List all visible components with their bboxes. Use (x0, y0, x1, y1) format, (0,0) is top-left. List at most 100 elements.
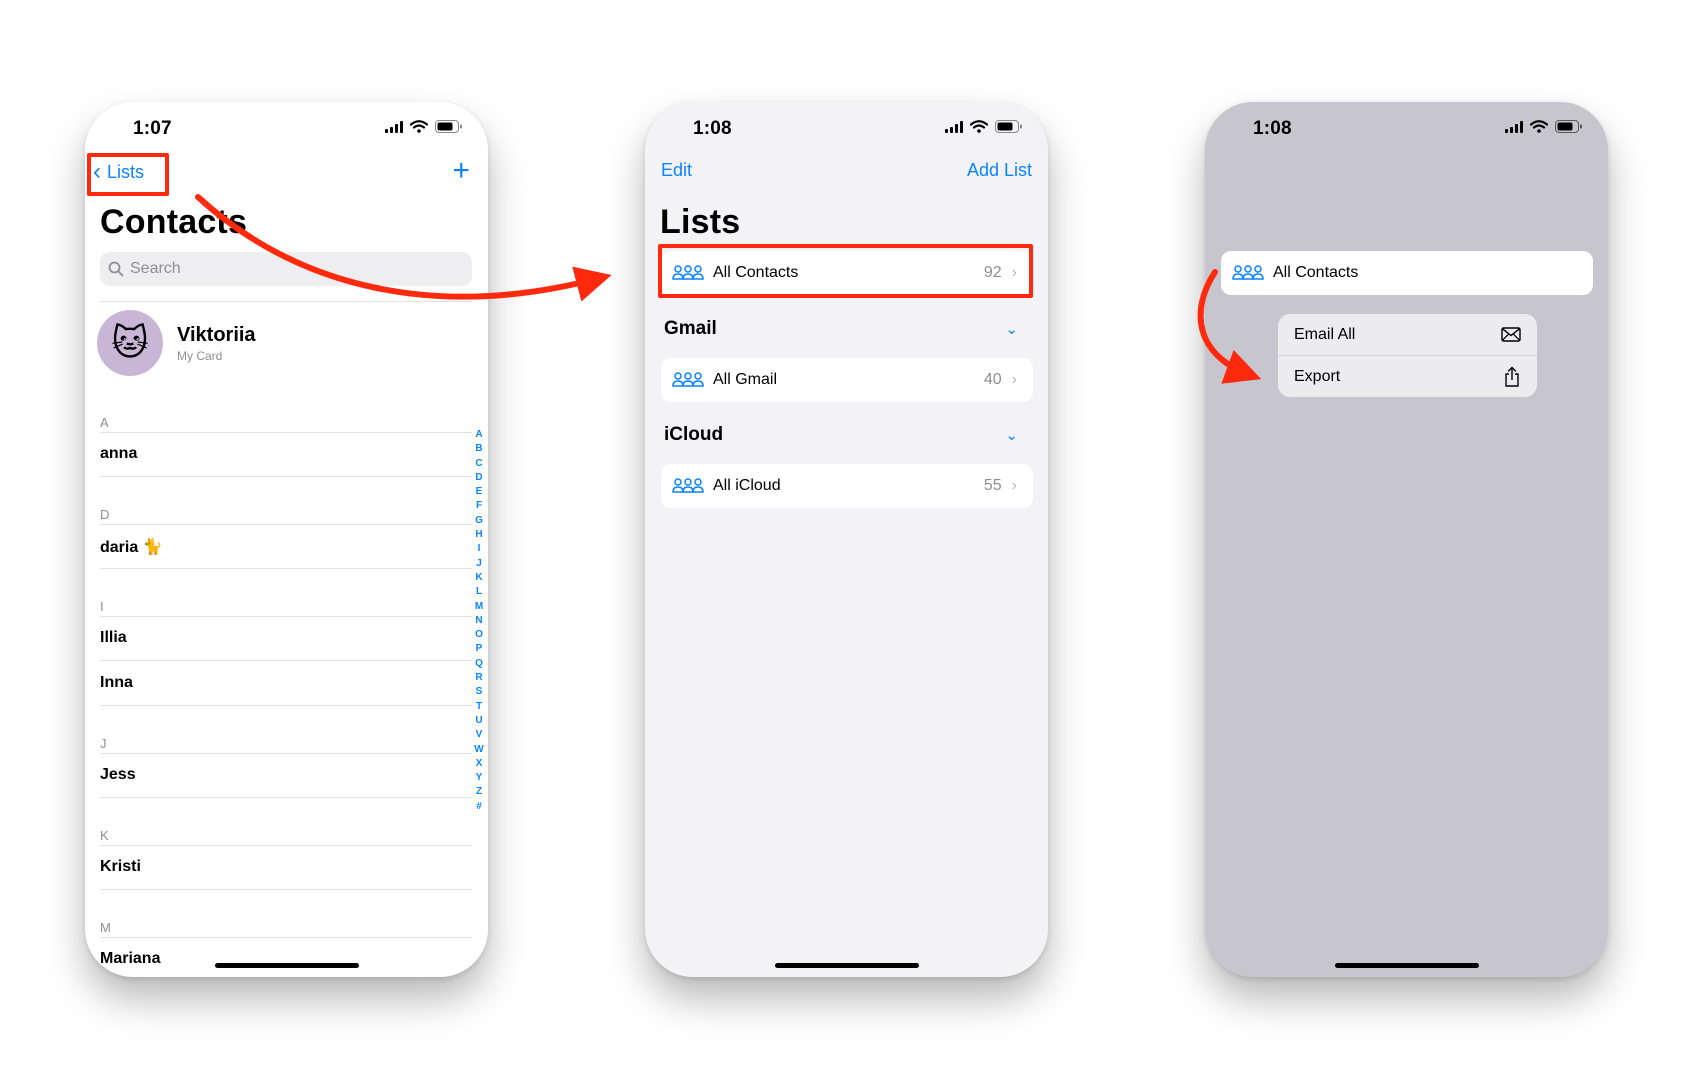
search-placeholder: Search (130, 260, 181, 277)
all-gmail-label: All Gmail (713, 371, 778, 388)
contact-row[interactable]: Illia (100, 629, 127, 647)
divider (100, 524, 472, 525)
divider (100, 797, 472, 798)
highlight-lists-button (87, 153, 169, 196)
chevron-down-icon[interactable]: ⌄ (1005, 426, 1018, 444)
my-card-subtitle: My Card (177, 348, 223, 363)
contact-row[interactable]: Kristi (100, 858, 141, 876)
envelope-icon (1501, 327, 1521, 342)
phone-screen-context-menu: 1:08 All Contacts Email All Export (1205, 102, 1608, 977)
contact-row[interactable]: Mariana (100, 950, 160, 968)
email-all-label: Email All (1294, 325, 1356, 343)
page-title: Contacts (100, 203, 248, 241)
phone-screen-contacts: 1:07 ‹ Lists + Contacts Search 🐱 Viktori… (85, 102, 488, 977)
all-gmail-row[interactable]: All Gmail 40 › (661, 358, 1033, 402)
wifi-icon (970, 120, 988, 133)
index-letter[interactable]: O (475, 628, 483, 642)
section-header: J (100, 736, 107, 751)
index-letter[interactable]: Z (476, 785, 482, 799)
index-letter[interactable]: J (476, 557, 482, 571)
divider (100, 937, 472, 938)
chevron-right-icon: › (1011, 477, 1017, 494)
index-letter[interactable]: H (475, 528, 482, 542)
divider (100, 753, 472, 754)
battery-icon (995, 120, 1022, 133)
index-letter[interactable]: M (475, 600, 483, 614)
divider (100, 705, 472, 706)
highlight-all-contacts-row (658, 244, 1033, 298)
index-letter[interactable]: L (476, 585, 482, 599)
index-letter[interactable]: B (475, 442, 482, 456)
index-letter[interactable]: E (476, 485, 483, 499)
context-menu: Email All Export (1278, 314, 1537, 397)
all-contacts-preview[interactable]: All Contacts (1221, 251, 1593, 295)
add-list-button[interactable]: Add List (967, 160, 1032, 181)
divider (100, 889, 472, 890)
avatar: 🐱 (97, 310, 163, 376)
contact-row[interactable]: anna (100, 445, 137, 463)
divider (100, 432, 472, 433)
index-letter[interactable]: V (476, 728, 483, 742)
home-indicator[interactable] (774, 963, 919, 968)
index-letter[interactable]: F (476, 499, 482, 513)
status-time: 1:08 (693, 118, 732, 139)
divider (100, 476, 472, 477)
divider (100, 301, 472, 302)
section-header: K (100, 828, 109, 843)
index-letter[interactable]: S (476, 685, 483, 699)
search-input[interactable]: Search (100, 252, 472, 286)
add-contact-button[interactable]: + (452, 154, 470, 188)
divider (100, 845, 472, 846)
status-time: 1:08 (1253, 118, 1292, 139)
index-letter[interactable]: K (475, 571, 482, 585)
contact-row[interactable]: daria 🐈 (100, 537, 163, 557)
status-icons (945, 120, 1022, 133)
home-indicator[interactable] (214, 963, 359, 968)
section-header: D (100, 507, 110, 522)
divider (100, 660, 472, 661)
edit-button[interactable]: Edit (661, 160, 692, 181)
all-icloud-row[interactable]: All iCloud 55 › (661, 464, 1033, 508)
export-menu-item[interactable]: Export (1278, 355, 1537, 397)
group-header-icloud: iCloud (664, 424, 724, 445)
my-card[interactable]: 🐱 Viktoriia My Card (97, 310, 256, 376)
index-letter[interactable]: W (474, 743, 483, 757)
section-header: A (100, 415, 109, 430)
wifi-icon (410, 120, 428, 133)
index-letter[interactable]: R (475, 671, 482, 685)
index-letter[interactable]: A (475, 428, 482, 442)
index-letter[interactable]: Y (476, 771, 483, 785)
share-icon (1505, 366, 1519, 387)
group-header-gmail: Gmail (664, 318, 717, 339)
index-letter[interactable]: P (476, 642, 483, 656)
index-letter[interactable]: N (475, 614, 482, 628)
email-all-menu-item[interactable]: Email All (1278, 314, 1537, 355)
index-letter[interactable]: C (475, 457, 482, 471)
divider (100, 568, 472, 569)
alphabet-index[interactable]: A B C D E F G H I J K L M N O P Q R S T U V W X Y Z # (473, 428, 485, 814)
chevron-down-icon[interactable]: ⌄ (1005, 320, 1018, 338)
all-icloud-label: All iCloud (713, 477, 781, 494)
status-icons (1505, 120, 1582, 133)
contact-row[interactable]: Jess (100, 766, 136, 784)
battery-icon (1555, 120, 1582, 133)
people-group-icon (1232, 265, 1264, 280)
home-indicator[interactable] (1334, 963, 1479, 968)
index-letter[interactable]: # (476, 800, 482, 814)
index-letter[interactable]: I (478, 542, 481, 556)
index-letter[interactable]: D (475, 471, 482, 485)
wifi-icon (1530, 120, 1548, 133)
index-letter[interactable]: Q (475, 657, 483, 671)
all-gmail-count: 40 (983, 371, 1002, 388)
index-letter[interactable]: G (475, 514, 483, 528)
contact-row[interactable]: Inna (100, 674, 133, 692)
status-time: 1:07 (133, 118, 172, 139)
search-icon (108, 261, 124, 277)
index-letter[interactable]: U (475, 714, 482, 728)
index-letter[interactable]: T (476, 700, 482, 714)
cellular-signal-icon (945, 120, 963, 133)
export-label: Export (1294, 367, 1341, 385)
index-letter[interactable]: X (476, 757, 483, 771)
chevron-right-icon: › (1011, 371, 1017, 388)
cellular-signal-icon (385, 120, 403, 133)
